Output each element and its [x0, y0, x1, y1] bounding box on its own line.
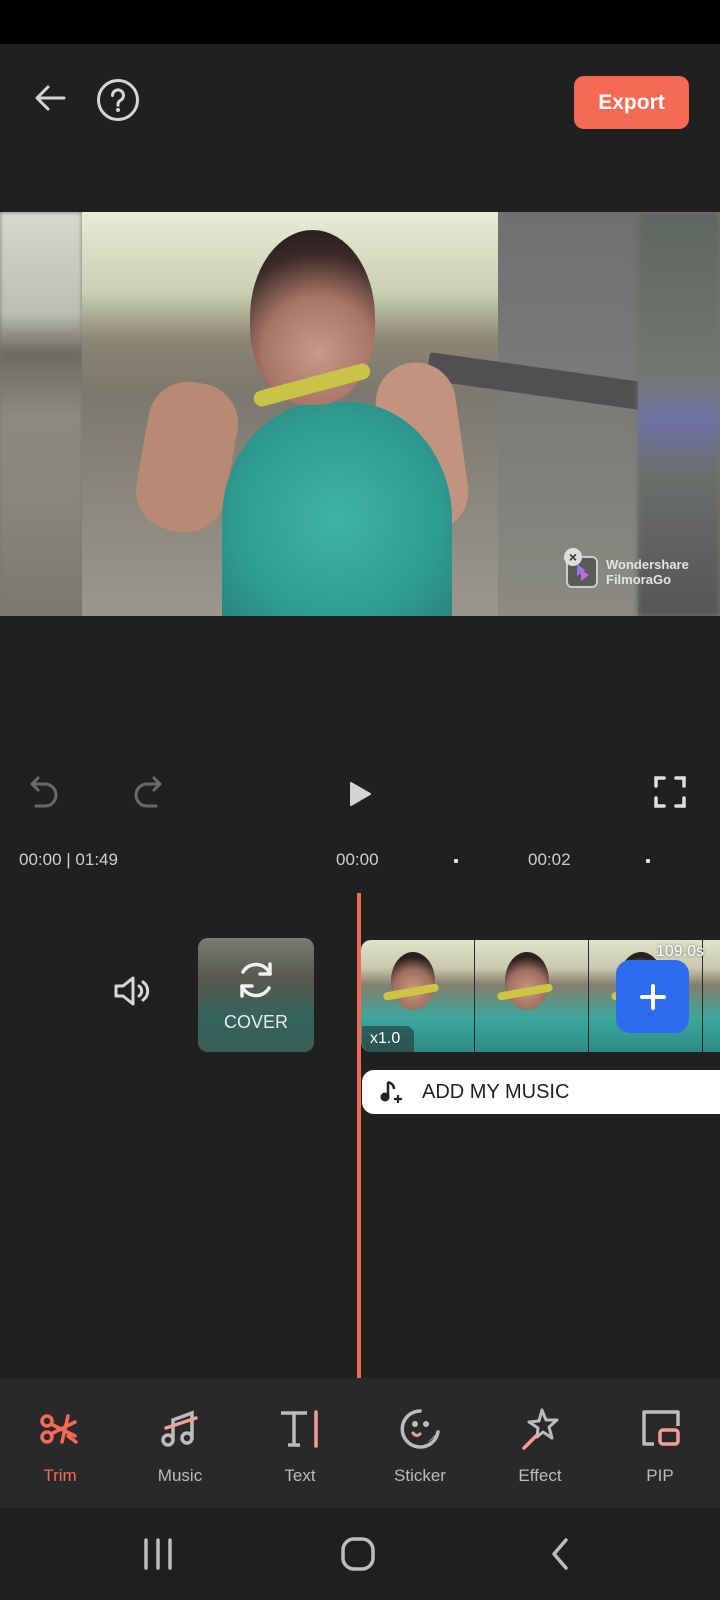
home-button[interactable]	[338, 1534, 378, 1574]
nav-back-icon	[552, 1538, 568, 1570]
bottom-toolbar: Trim Music Text Sticker Effect PIP	[0, 1378, 720, 1508]
magic-wand-icon	[522, 1408, 559, 1450]
playback-controls	[0, 760, 720, 830]
recents-button[interactable]	[138, 1534, 178, 1574]
add-music-label: ADD MY MUSIC	[422, 1080, 570, 1103]
blur-background-left	[0, 212, 82, 616]
tool-trim-label: Trim	[43, 1466, 77, 1485]
question-circle-icon	[97, 79, 139, 121]
ruler-tick	[646, 859, 650, 863]
tool-trim[interactable]: Trim	[0, 1378, 120, 1508]
ruler-label-0: 00:00	[336, 850, 379, 869]
redo-button[interactable]	[126, 772, 166, 816]
tool-pip-label: PIP	[646, 1466, 674, 1485]
tool-text[interactable]: Text	[240, 1378, 360, 1508]
play-icon	[350, 782, 371, 806]
watermark-line2: FilmoraGo	[606, 572, 672, 587]
pip-icon	[642, 1410, 680, 1446]
home-icon	[341, 1537, 375, 1571]
ruler-label-1: 00:02	[528, 850, 571, 869]
system-nav-bar	[0, 1508, 720, 1600]
clip-duration-badge: 109.0s	[656, 943, 705, 960]
watermark-close-icon[interactable]: ×	[564, 548, 582, 566]
tool-sticker-label: Sticker	[394, 1466, 446, 1485]
ruler-tick	[454, 859, 458, 863]
cover-label: COVER	[223, 1012, 288, 1032]
watermark-line1: Wondershare	[606, 557, 689, 572]
video-frame	[82, 212, 638, 616]
cover-button[interactable]: COVER	[198, 938, 314, 1052]
tool-sticker[interactable]: Sticker	[360, 1378, 480, 1508]
add-music-button[interactable]: ADD MY MUSIC	[362, 1070, 720, 1114]
clip-thumbnail	[475, 940, 589, 1052]
speaker-icon	[114, 976, 150, 1006]
playhead[interactable]	[357, 893, 361, 1378]
tool-music-label: Music	[157, 1466, 203, 1485]
refresh-icon	[240, 962, 272, 998]
fullscreen-button[interactable]	[650, 772, 690, 812]
redo-icon	[134, 776, 162, 808]
recents-icon	[144, 1538, 172, 1570]
undo-button[interactable]	[26, 772, 66, 816]
watermark[interactable]: × Wondershare FilmoraGo	[564, 548, 689, 588]
play-button[interactable]	[340, 774, 380, 814]
undo-icon	[30, 776, 58, 808]
clip-speed-badge: x1.0	[362, 1026, 414, 1052]
tool-text-label: Text	[284, 1466, 316, 1485]
tool-effect[interactable]: Effect	[480, 1378, 600, 1508]
tool-music[interactable]: Music	[120, 1378, 240, 1508]
help-button[interactable]	[96, 78, 140, 122]
video-preview[interactable]: × Wondershare FilmoraGo	[0, 212, 720, 616]
tool-effect-label: Effect	[518, 1466, 562, 1485]
music-note-icon	[161, 1410, 198, 1447]
status-bar	[0, 0, 720, 44]
top-bar: Export	[0, 44, 720, 164]
sticker-icon	[400, 1409, 440, 1449]
add-clip-button[interactable]	[616, 960, 689, 1033]
fullscreen-icon	[654, 776, 686, 808]
clip-thumbnail	[703, 940, 720, 1052]
scissors-icon	[40, 1414, 78, 1444]
mute-button[interactable]	[112, 974, 154, 1013]
music-add-icon	[380, 1080, 402, 1103]
back-button[interactable]	[28, 76, 72, 120]
nav-back-button[interactable]	[540, 1534, 580, 1574]
plus-icon	[639, 983, 666, 1010]
export-button[interactable]: Export	[574, 76, 689, 129]
timeline-ruler: 00:00 | 01:49 00:00 00:02	[0, 850, 720, 880]
tool-pip[interactable]: PIP	[600, 1378, 720, 1508]
arrow-left-icon	[35, 85, 66, 111]
time-readout: 00:00 | 01:49	[19, 850, 118, 869]
text-icon	[281, 1410, 318, 1448]
